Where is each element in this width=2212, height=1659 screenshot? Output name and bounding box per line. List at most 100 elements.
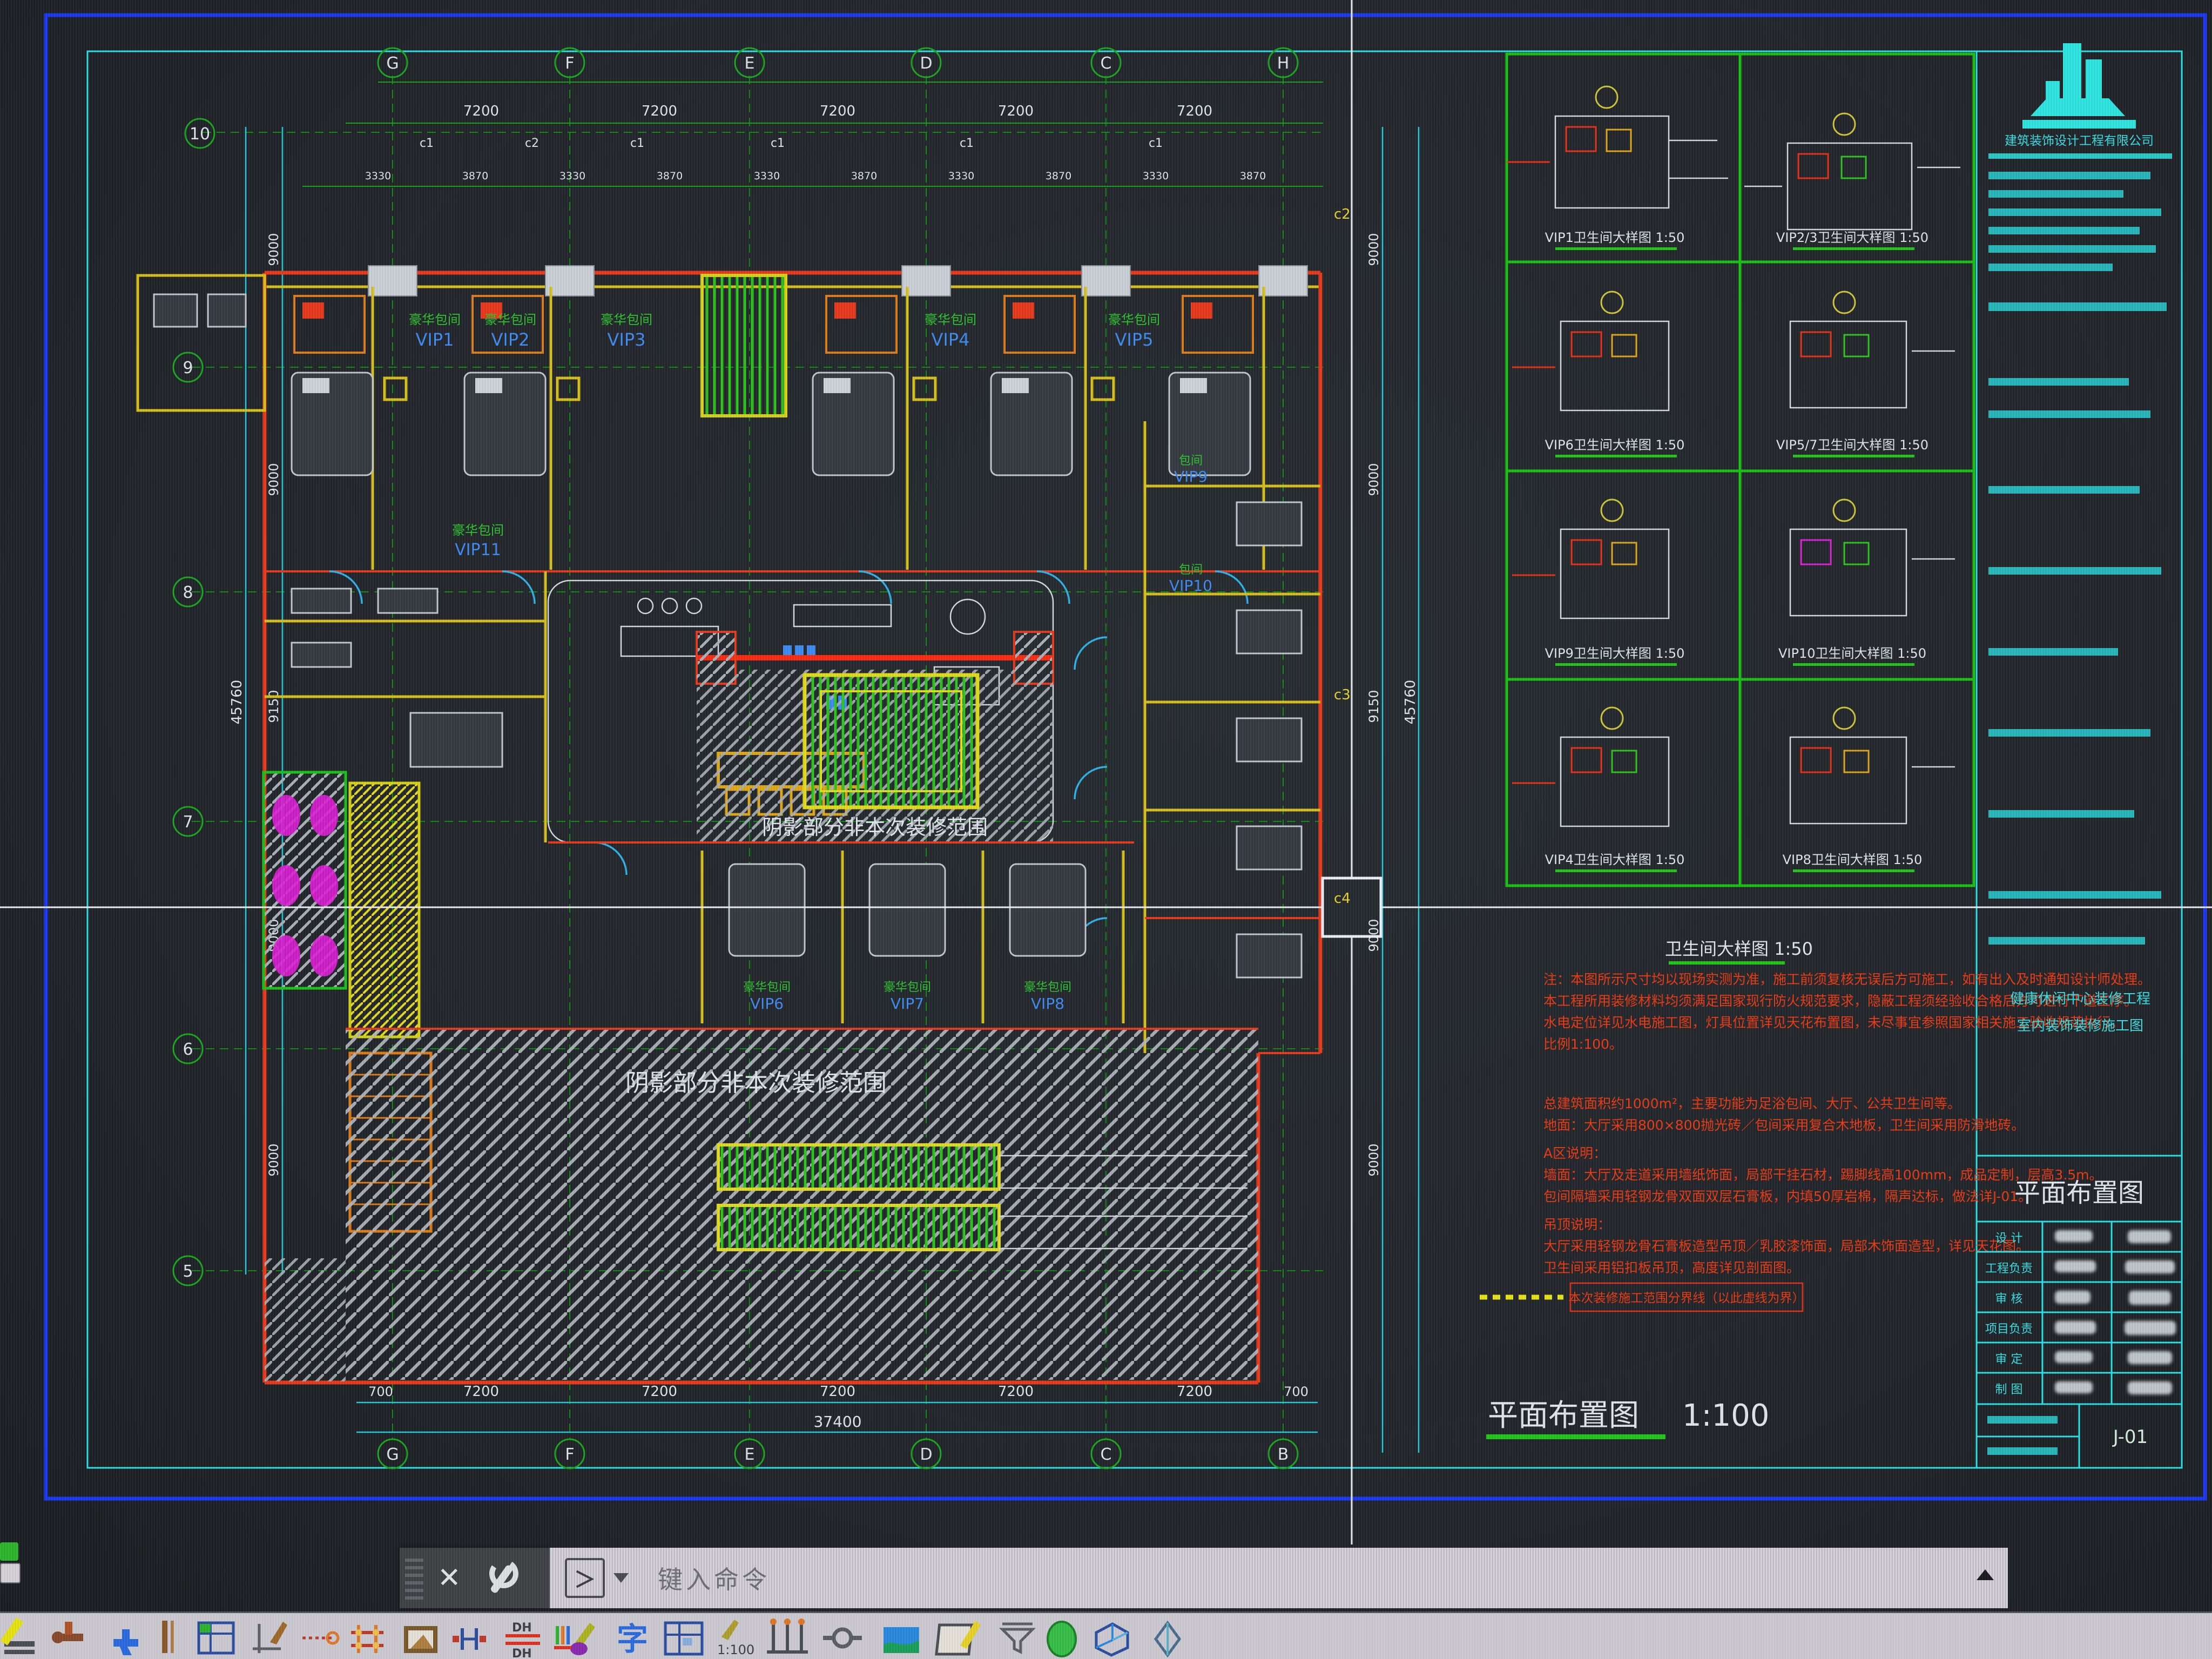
toolbar-icon-3d-box[interactable] <box>1096 1624 1128 1655</box>
details-panel <box>1507 54 1974 886</box>
svg-text:9000: 9000 <box>266 1143 281 1176</box>
shaded-note-bottom: 阴影部分非本次装修范围 <box>625 1069 887 1097</box>
dimension-chain-bottom: 700 7200 7200 7200 7200 7200 700 37400 <box>356 1384 1318 1432</box>
svg-text:地面：大厅采用800×800抛光砖／包间采用复合木地板，卫生: 地面：大厅采用800×800抛光砖／包间采用复合木地板，卫生间采用防滑地砖。 <box>1543 1117 2025 1133</box>
command-input[interactable]: ＞ 键入命令 <box>550 1548 2008 1608</box>
toolbar-icon-ellipse[interactable] <box>1048 1622 1076 1656</box>
svg-text:c2: c2 <box>525 137 539 150</box>
toolbar-icon-edit-pad[interactable] <box>936 1621 981 1654</box>
svg-text:7200: 7200 <box>820 1384 855 1400</box>
svg-text:7: 7 <box>183 813 193 832</box>
title-block: 建筑装饰设计工程有限公司 健康休闲中心装修工程 室内装饰装修施工图 平面布置图 <box>1977 43 2182 1468</box>
svg-text:注：本图所示尺寸均以现场实测为准，施工前须复核无误后方可施工: 注：本图所示尺寸均以现场实测为准，施工前须复核无误后方可施工，如有出入及时通知设… <box>1543 972 2151 987</box>
svg-text:37400: 37400 <box>813 1413 861 1431</box>
toolbar-icon-funnel[interactable] <box>1002 1624 1033 1652</box>
svg-text:VIP8: VIP8 <box>1031 995 1064 1013</box>
svg-text:9000: 9000 <box>1366 463 1381 496</box>
svg-text:室内装饰装修施工图: 室内装饰装修施工图 <box>2017 1018 2143 1034</box>
svg-text:7200: 7200 <box>642 1384 677 1400</box>
svg-text:3870: 3870 <box>1046 170 1071 182</box>
command-window-handle[interactable]: ✕ <box>400 1548 550 1608</box>
toolbar-icon-valve[interactable] <box>53 1622 83 1642</box>
svg-text:F: F <box>565 54 574 73</box>
svg-text:审 定: 审 定 <box>1995 1353 2023 1366</box>
dimension-chain-right: 45760 9000 9000 9150 9000 9000 c2 c3 c4 <box>1334 127 1419 1453</box>
toolbar-icon-faucet[interactable] <box>113 1629 138 1655</box>
floor-plan[interactable]: 豪华包间 VIP1 豪华包间 VIP2 豪华包间 VIP3 豪华包间 VIP4 … <box>138 266 1320 1382</box>
chevron-down-icon[interactable] <box>613 1573 629 1583</box>
svg-text:G: G <box>386 54 399 73</box>
svg-text:c3: c3 <box>1334 687 1351 703</box>
svg-text:VIP5/7卫生间大样图 1:50: VIP5/7卫生间大样图 1:50 <box>1776 437 1928 453</box>
toolbar-icon-orange-grid[interactable] <box>351 1625 383 1653</box>
command-placeholder[interactable]: 键入命令 <box>658 1560 770 1596</box>
svg-text:5: 5 <box>183 1262 193 1281</box>
toolbar-icon-scale-1-100[interactable]: 1:100 <box>717 1620 754 1657</box>
toolbar-icon-column-dim[interactable] <box>767 1618 808 1652</box>
svg-text:DH: DH <box>512 1647 532 1659</box>
svg-text:包间隔墙采用轻钢龙骨双面双层石膏板，内填50厚岩棉，隔声达标: 包间隔墙采用轻钢龙骨双面双层石膏板，内填50厚岩棉，隔声达标，做法详J-01。 <box>1543 1189 2032 1204</box>
close-icon[interactable]: ✕ <box>437 1564 461 1592</box>
company-logo <box>2022 43 2136 129</box>
toolbar-icon-landscape[interactable] <box>884 1627 919 1653</box>
toolbar-icon-text-char[interactable]: 字 <box>617 1621 648 1657</box>
svg-text:10: 10 <box>190 125 210 144</box>
edge-icon-green[interactable] <box>0 1542 18 1561</box>
svg-text:7200: 7200 <box>998 103 1034 119</box>
command-scroll-up-icon[interactable] <box>1977 1569 1994 1580</box>
svg-text:DH: DH <box>512 1621 532 1635</box>
svg-text:豪华包间: 豪华包间 <box>484 312 536 327</box>
toolbar-icon-dh-lines[interactable]: DH DH <box>505 1621 540 1659</box>
toolbar-icon-h-dimension[interactable] <box>453 1628 486 1650</box>
toolbar-icon-form-table[interactable] <box>665 1623 702 1654</box>
svg-text:VIP5: VIP5 <box>1115 329 1154 350</box>
drawing-canvas[interactable]: 7200 7200 7200 7200 7200 c1 c2 c1 c1 c1 … <box>0 0 2212 1612</box>
toolbar-icon-axis-pen[interactable] <box>253 1622 287 1653</box>
detail-cells: VIP1卫生间大样图 1:50 VIP2/3卫生间大样图 1:50 VIP6卫生… <box>1507 86 1960 872</box>
svg-text:E: E <box>745 54 755 73</box>
svg-text:9000: 9000 <box>266 233 281 266</box>
svg-text:审 核: 审 核 <box>1995 1292 2023 1306</box>
svg-text:9: 9 <box>183 359 193 377</box>
svg-text:7200: 7200 <box>998 1384 1034 1400</box>
svg-text:3870: 3870 <box>851 170 877 182</box>
legend-renovation-boundary: 本次装修施工范围分界线（以此虚线为界） <box>1480 1283 1805 1311</box>
svg-text:7200: 7200 <box>1177 1384 1212 1400</box>
svg-text:豪华包间: 豪华包间 <box>743 981 791 994</box>
svg-text:B: B <box>1278 1445 1289 1464</box>
svg-text:D: D <box>920 1445 932 1464</box>
toolbar-icon-pipe[interactable] <box>162 1621 174 1653</box>
svg-text:平面布置图: 平面布置图 <box>2014 1178 2144 1208</box>
svg-text:c1: c1 <box>420 137 434 150</box>
toolbar-icon-paint-brush[interactable] <box>554 1623 595 1655</box>
svg-text:豪华包间: 豪华包间 <box>925 312 976 327</box>
svg-text:豪华包间: 豪华包间 <box>409 312 461 327</box>
toolbar-icon-diamond[interactable] <box>1156 1623 1179 1655</box>
notes-block-1: 注：本图所示尺寸均以现场实测为准，施工前须复核无误后方可施工，如有出入及时通知设… <box>1543 972 2151 1052</box>
svg-text:本次装修施工范围分界线（以此虚线为界）: 本次装修施工范围分界线（以此虚线为界） <box>1569 1291 1805 1305</box>
toolbar-icon-table-green[interactable] <box>199 1623 233 1653</box>
svg-text:3330: 3330 <box>1143 170 1169 182</box>
toolbar-icon-red-link[interactable] <box>302 1633 338 1643</box>
svg-text:设 计: 设 计 <box>1995 1232 2023 1245</box>
svg-text:9150: 9150 <box>266 690 281 723</box>
svg-text:豪华包间: 豪华包间 <box>1108 312 1160 327</box>
toolbar-icon-sketch-pencil[interactable] <box>1 1617 35 1654</box>
svg-text:7200: 7200 <box>642 103 677 119</box>
wrench-icon[interactable] <box>482 1559 520 1597</box>
svg-text:卫生间大样图 1:50: 卫生间大样图 1:50 <box>1665 939 1813 959</box>
svg-text:7200: 7200 <box>463 1384 499 1400</box>
toolbar-icon-image[interactable] <box>404 1626 437 1653</box>
command-grip[interactable] <box>405 1556 423 1600</box>
svg-text:VIP2: VIP2 <box>491 329 530 350</box>
toolbar-icon-node-link[interactable] <box>823 1629 862 1647</box>
svg-text:VIP11: VIP11 <box>455 541 501 559</box>
svg-text:包间: 包间 <box>1179 454 1203 468</box>
svg-text:3330: 3330 <box>559 170 585 182</box>
edge-icon-gray[interactable] <box>0 1563 21 1583</box>
svg-text:项目负责: 项目负责 <box>1985 1323 2033 1336</box>
left-edge-toolbar-fragment[interactable] <box>0 1540 22 1605</box>
bottom-toolbar: DH DH 字 1:100 <box>0 1611 2212 1659</box>
svg-text:C: C <box>1101 54 1112 73</box>
svg-text:E: E <box>745 1445 755 1464</box>
